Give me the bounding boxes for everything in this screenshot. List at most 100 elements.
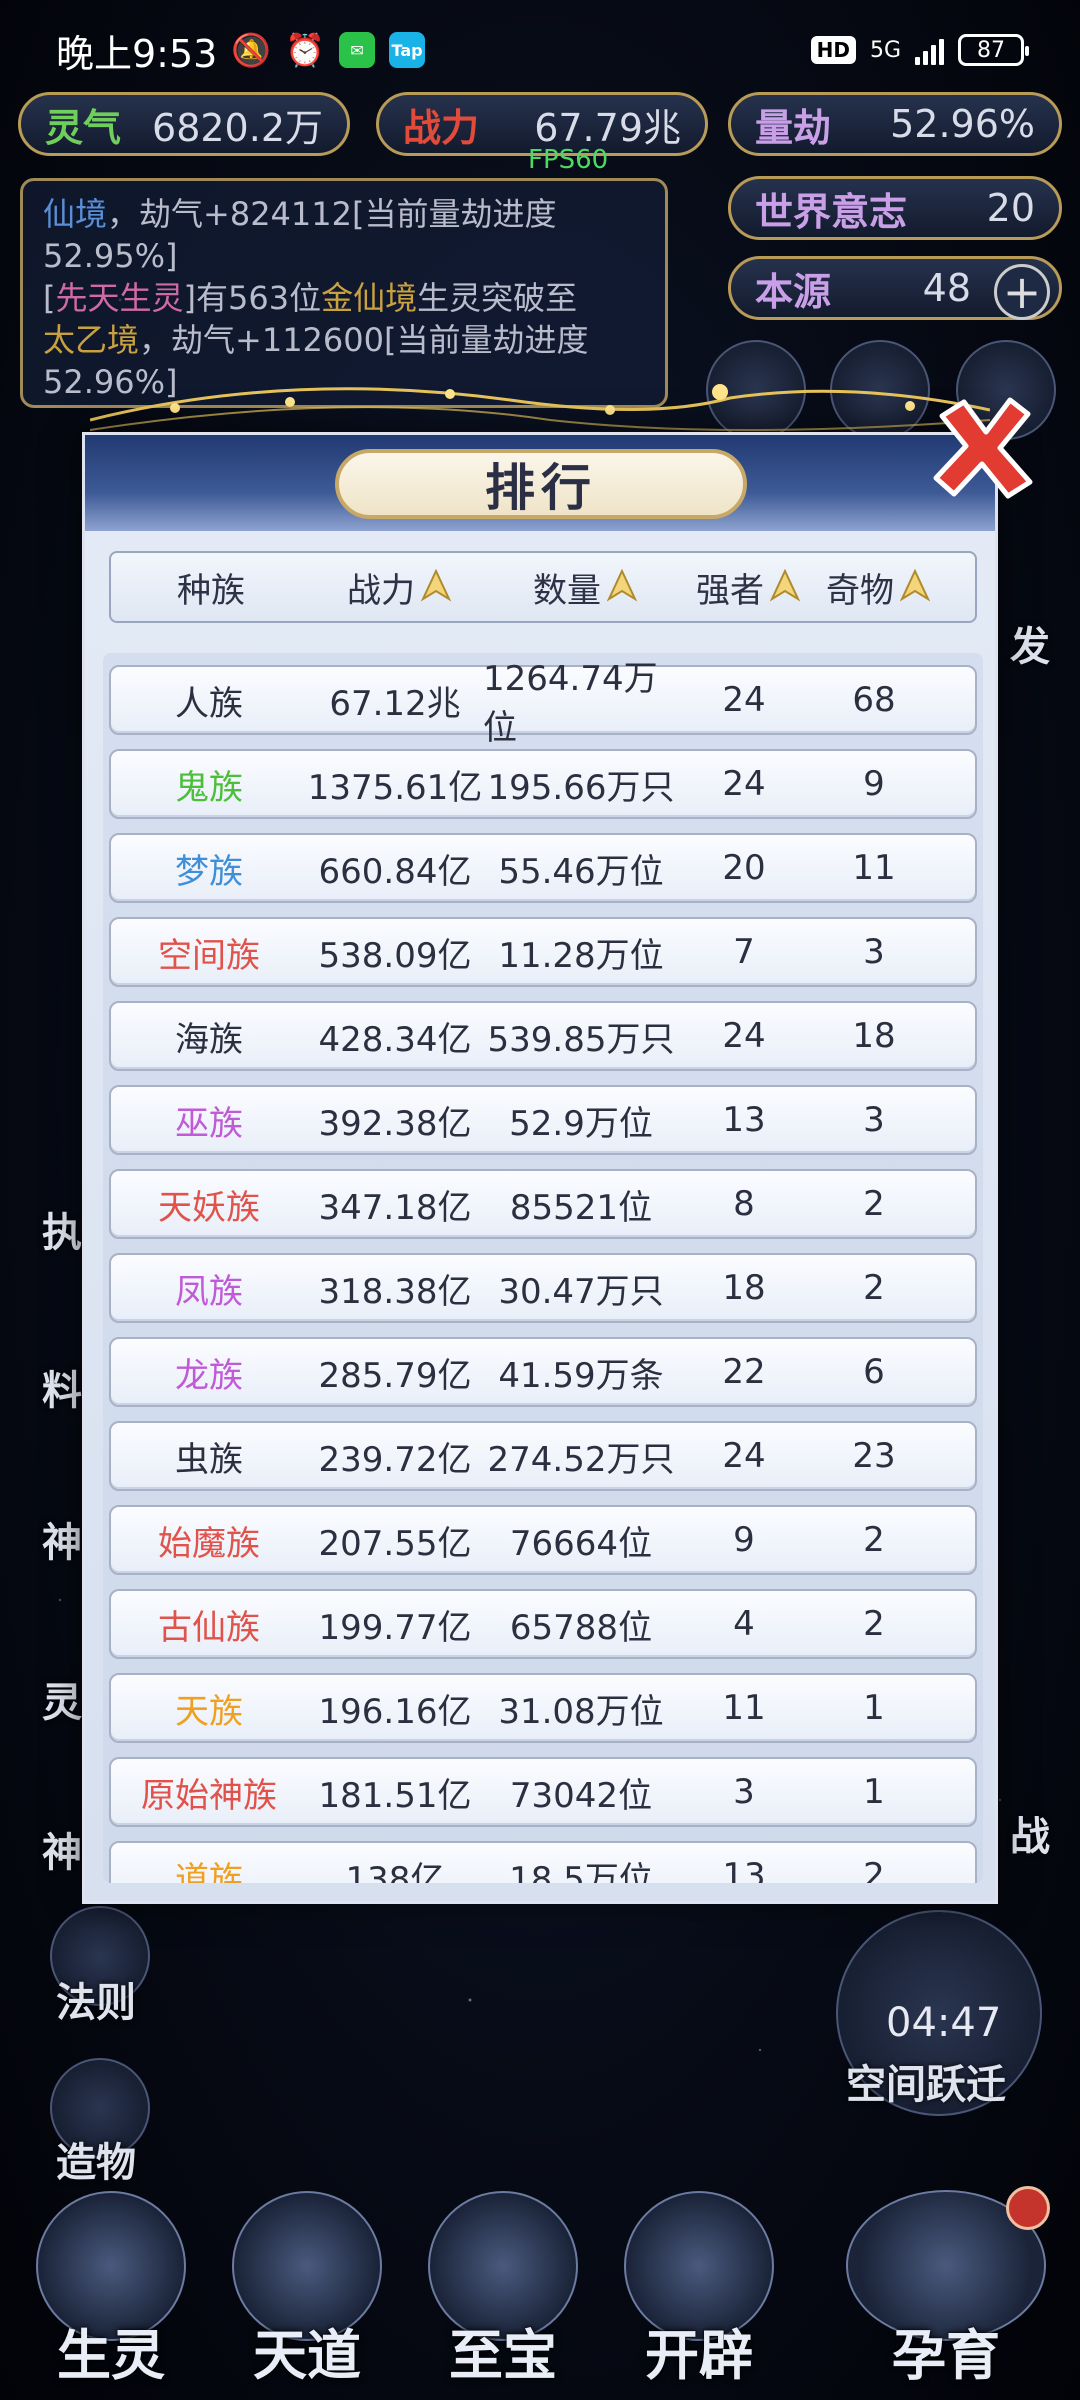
table-row[interactable]: 凤族 318.38亿 30.47万只 18 2 bbox=[109, 1253, 977, 1323]
count-cell: 85521位 bbox=[509, 1187, 653, 1228]
power-cell: 428.34亿 bbox=[318, 1019, 472, 1060]
sort-arrow-icon bbox=[770, 569, 800, 602]
race-cell: 空间族 bbox=[158, 935, 260, 976]
log-realm: 金仙境 bbox=[321, 279, 418, 317]
treasure-cell: 3 bbox=[863, 932, 885, 972]
treasure-cell: 68 bbox=[852, 680, 896, 720]
nav-zhi-bao[interactable]: 至宝 bbox=[408, 2190, 598, 2390]
strong-cell: 8 bbox=[733, 1184, 755, 1224]
table-row[interactable]: 鬼族 1375.61亿 195.66万只 24 9 bbox=[109, 749, 977, 819]
nav-label: 天道 bbox=[253, 2324, 361, 2387]
table-row[interactable]: 道族 138亿 18.5万位 13 2 bbox=[109, 1841, 977, 1883]
shijie-value: 20 bbox=[986, 186, 1035, 230]
nav-label: 开辟 bbox=[645, 2324, 753, 2387]
race-cell: 海族 bbox=[175, 1019, 243, 1060]
strong-cell: 24 bbox=[722, 680, 766, 720]
treasure-cell: 2 bbox=[863, 1604, 885, 1644]
log-text: ]有563位 bbox=[183, 279, 322, 317]
header-power-sort[interactable]: 战力 bbox=[311, 563, 487, 612]
nav-kai-pi[interactable]: 开辟 bbox=[604, 2190, 794, 2390]
count-cell: 274.52万只 bbox=[487, 1439, 675, 1480]
sort-arrow-icon bbox=[607, 569, 637, 602]
table-row[interactable]: 龙族 285.79亿 41.59万条 22 6 bbox=[109, 1337, 977, 1407]
race-cell: 凤族 bbox=[175, 1271, 243, 1312]
table-row[interactable]: 始魔族 207.55亿 76664位 9 2 bbox=[109, 1505, 977, 1575]
side-label-left-3: 神 bbox=[42, 1520, 82, 1566]
side-label-left-2: 料 bbox=[42, 1368, 82, 1414]
table-row[interactable]: 空间族 538.09亿 11.28万位 7 3 bbox=[109, 917, 977, 987]
power-cell: 207.55亿 bbox=[318, 1523, 472, 1564]
battery-level: 87 bbox=[977, 37, 1005, 63]
log-text: ，劫气+824112[当前量劫进度 bbox=[107, 195, 557, 233]
strong-cell: 18 bbox=[722, 1268, 766, 1308]
strong-cell: 24 bbox=[722, 1016, 766, 1056]
liangjie-label: 量劫 bbox=[755, 105, 832, 150]
log-realm: 仙境 bbox=[43, 195, 108, 233]
table-row[interactable]: 天族 196.16亿 31.08万位 11 1 bbox=[109, 1673, 977, 1743]
header-strong-sort[interactable]: 强者 bbox=[683, 563, 813, 612]
treasure-cell: 3 bbox=[863, 1100, 885, 1140]
strong-cell: 24 bbox=[722, 1436, 766, 1476]
header-race[interactable]: 种族 bbox=[111, 563, 311, 612]
lingqi-pill: 灵气 6820.2万 bbox=[18, 92, 350, 156]
treasure-cell: 11 bbox=[852, 848, 896, 888]
nav-label: 生灵 bbox=[57, 2324, 165, 2387]
power-cell: 1375.61亿 bbox=[307, 767, 483, 808]
bell-muted-icon: 🔕 bbox=[231, 31, 272, 69]
liangjie-value: 52.96% bbox=[890, 102, 1035, 146]
treasure-cell: 2 bbox=[863, 1268, 885, 1308]
signal-icon bbox=[915, 35, 944, 65]
bottom-navigation: 生灵 天道 至宝 开辟 孕育 bbox=[0, 2180, 1080, 2400]
power-cell: 138亿 bbox=[345, 1859, 445, 1884]
ranking-list[interactable]: 人族 67.12兆 1264.74万位 24 68 鬼族 1375.61亿 195.66万只 2… bbox=[103, 653, 983, 1883]
table-row[interactable]: 巫族 392.38亿 52.9万位 13 3 bbox=[109, 1085, 977, 1155]
treasure-cell: 9 bbox=[863, 764, 885, 804]
table-row[interactable]: 人族 67.12兆 1264.74万位 24 68 bbox=[109, 659, 977, 748]
ranking-modal: 排行 种族 战力 数量 强者 奇物 人族 67.12兆 1264.74万位 24 68 鬼… bbox=[82, 432, 998, 1904]
nav-tian-dao[interactable]: 天道 bbox=[212, 2190, 402, 2390]
race-cell: 天妖族 bbox=[158, 1187, 260, 1228]
space-jump-label[interactable]: 空间跃迁 bbox=[846, 2052, 1006, 2110]
add-benyuan-button[interactable]: + bbox=[994, 264, 1050, 320]
strong-cell: 24 bbox=[722, 764, 766, 804]
benyuan-label: 本源 bbox=[755, 269, 832, 314]
constellation-decoration bbox=[90, 384, 990, 431]
strong-cell: 4 bbox=[733, 1604, 755, 1644]
shijie-pill: 世界意志 20 bbox=[728, 176, 1062, 240]
treasure-cell: 1 bbox=[863, 1688, 885, 1728]
table-row[interactable]: 海族 428.34亿 539.85万只 24 18 bbox=[109, 1001, 977, 1071]
strong-cell: 7 bbox=[733, 932, 755, 972]
treasure-cell: 23 bbox=[852, 1436, 896, 1476]
race-cell: 天族 bbox=[175, 1691, 243, 1732]
power-cell: 660.84亿 bbox=[318, 851, 472, 892]
log-race: 先天生灵 bbox=[55, 279, 184, 317]
table-row[interactable]: 虫族 239.72亿 274.52万只 24 23 bbox=[109, 1421, 977, 1491]
header-label: 种族 bbox=[177, 570, 245, 611]
treasure-cell: 2 bbox=[863, 1856, 885, 1883]
power-cell: 318.38亿 bbox=[318, 1271, 472, 1312]
treasure-cell: 1 bbox=[863, 1772, 885, 1812]
zhanli-label: 战力 bbox=[403, 105, 480, 150]
power-cell: 285.79亿 bbox=[318, 1355, 472, 1396]
race-cell: 人族 bbox=[175, 683, 243, 724]
table-row[interactable]: 古仙族 199.77亿 65788位 4 2 bbox=[109, 1589, 977, 1659]
close-icon[interactable] bbox=[928, 392, 1038, 502]
treasure-cell: 2 bbox=[863, 1184, 885, 1224]
strong-cell: 22 bbox=[722, 1352, 766, 1392]
fps-counter: FPS60 bbox=[528, 145, 609, 175]
nav-sheng-ling[interactable]: 生灵 bbox=[16, 2190, 206, 2390]
nav-label: 孕育 bbox=[892, 2324, 1000, 2387]
table-row[interactable]: 天妖族 347.18亿 85521位 8 2 bbox=[109, 1169, 977, 1239]
zhanli-value: 67.79兆 bbox=[534, 105, 681, 150]
header-treasure-sort[interactable]: 奇物 bbox=[813, 563, 943, 612]
header-label: 奇物 bbox=[826, 570, 894, 611]
notification-badge bbox=[1006, 2186, 1050, 2230]
strong-cell: 11 bbox=[722, 1688, 766, 1728]
log-text: 生灵突破至 bbox=[417, 279, 578, 317]
table-row[interactable]: 原始神族 181.51亿 73042位 3 1 bbox=[109, 1757, 977, 1827]
strong-cell: 13 bbox=[722, 1856, 766, 1883]
table-row[interactable]: 梦族 660.84亿 55.46万位 20 11 bbox=[109, 833, 977, 903]
header-count-sort[interactable]: 数量 bbox=[487, 563, 683, 612]
race-cell: 鬼族 bbox=[175, 767, 243, 808]
fa-ze-label[interactable]: 法则 bbox=[56, 1970, 136, 2028]
